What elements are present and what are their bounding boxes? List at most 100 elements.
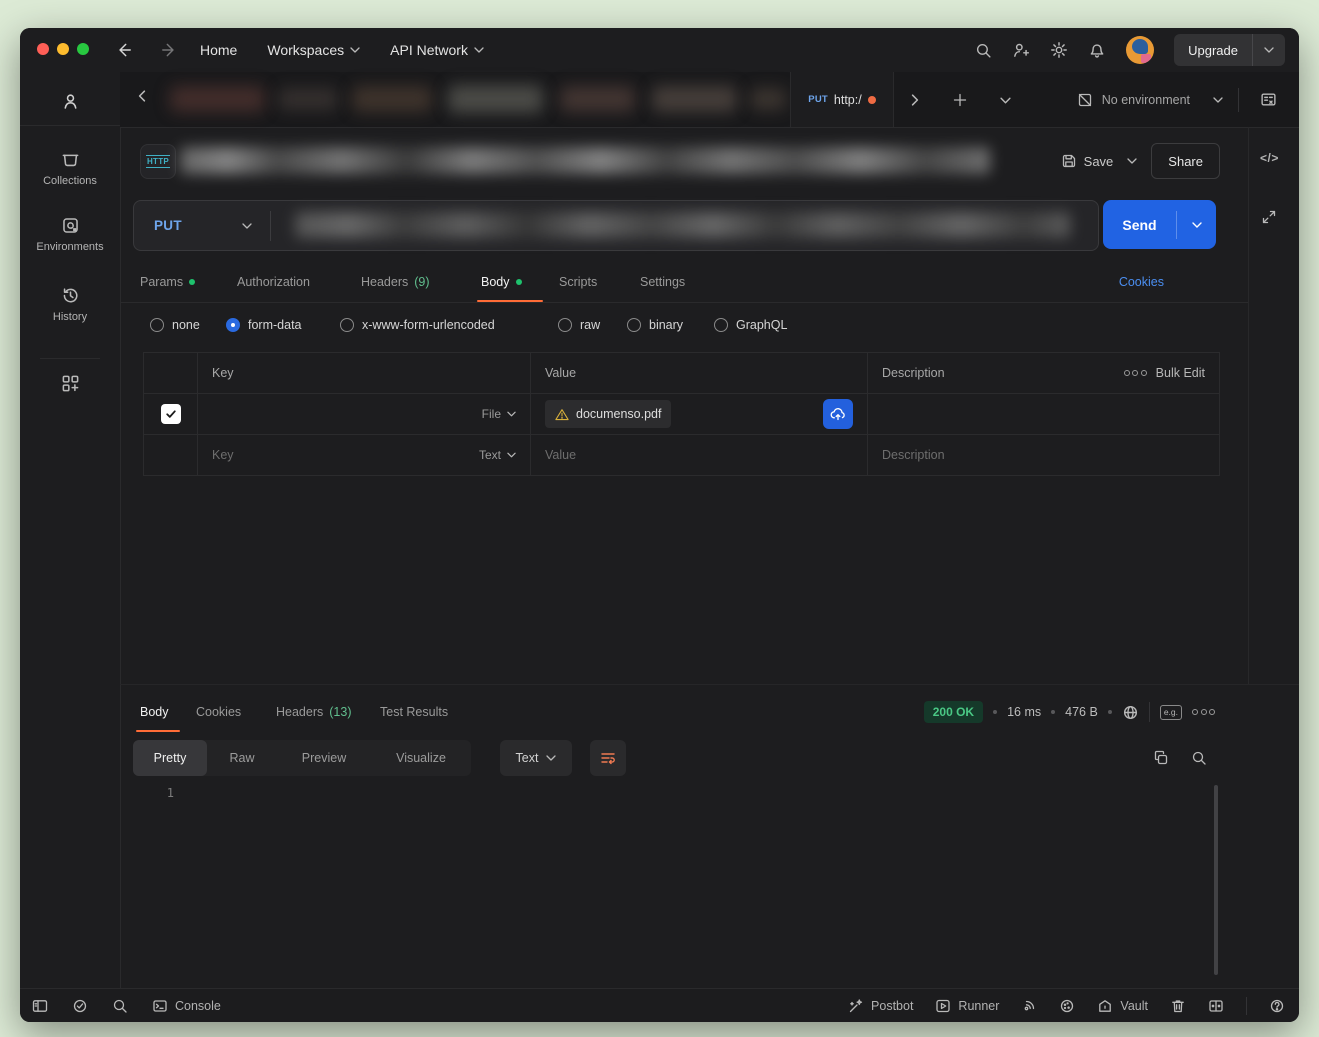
environment-label: No environment [1102, 93, 1190, 107]
save-options-button[interactable] [1123, 154, 1141, 168]
save-as-example-button[interactable]: e.g. [1160, 705, 1182, 720]
copy-response-button[interactable] [1153, 750, 1169, 766]
sidebar-item-environments[interactable]: Environments [20, 216, 120, 253]
view-raw[interactable]: Raw [207, 740, 277, 776]
tab-params[interactable]: Params [140, 262, 195, 302]
response-tab-cookies[interactable]: Cookies [196, 692, 241, 732]
avatar[interactable] [1126, 36, 1154, 64]
key-cell[interactable]: Key Text [198, 435, 531, 475]
back-button[interactable] [115, 41, 133, 59]
sidebar-item-collections[interactable]: Collections [20, 150, 120, 187]
response-format-selector[interactable]: Text [500, 740, 572, 776]
send-button[interactable]: Send [1103, 200, 1216, 249]
key-cell[interactable]: File [198, 394, 531, 434]
column-options-button[interactable] [1124, 370, 1147, 376]
description-cell[interactable]: Description [868, 435, 1093, 475]
body-mode-form-data[interactable]: form-data [226, 317, 302, 333]
tab-blurred[interactable] [448, 85, 543, 113]
cookies-manager-button[interactable] [1059, 998, 1075, 1014]
invite-button[interactable] [1012, 41, 1030, 59]
tab-active-request[interactable]: PUT http:/ [790, 72, 894, 127]
zoom-button[interactable] [77, 43, 89, 55]
upgrade-caret-button[interactable] [1253, 47, 1285, 53]
description-cell[interactable] [868, 394, 1093, 434]
cookies-link[interactable]: Cookies [1119, 262, 1164, 302]
value-cell[interactable]: documenso.pdf [531, 394, 868, 434]
search-button[interactable] [975, 42, 992, 59]
view-pretty[interactable]: Pretty [133, 740, 207, 776]
body-mode-none[interactable]: none [150, 317, 200, 333]
code-snippet-button[interactable]: </> [1260, 151, 1279, 165]
tab-settings[interactable]: Settings [640, 262, 685, 302]
response-tab-test-results[interactable]: Test Results [380, 692, 448, 732]
upgrade-button[interactable]: Upgrade [1174, 34, 1285, 66]
close-button[interactable] [37, 43, 49, 55]
view-visualize[interactable]: Visualize [371, 740, 471, 776]
find-button[interactable] [112, 998, 128, 1014]
scroll-tabs-left-button[interactable] [136, 90, 148, 102]
api-health-button[interactable] [72, 998, 88, 1014]
tab-authorization[interactable]: Authorization [237, 262, 310, 302]
search-response-button[interactable] [1191, 750, 1207, 766]
request-name-field-blurred[interactable] [180, 147, 990, 174]
capture-requests-button[interactable] [1021, 998, 1037, 1014]
tab-blurred[interactable] [560, 86, 635, 112]
two-pane-layout-button[interactable] [1208, 998, 1224, 1014]
settings-button[interactable] [1050, 41, 1068, 59]
minimize-button[interactable] [57, 43, 69, 55]
nav-workspaces[interactable]: Workspaces [267, 42, 360, 58]
tab-blurred[interactable] [352, 86, 432, 112]
share-button[interactable]: Share [1151, 143, 1220, 179]
tab-headers[interactable]: Headers(9) [361, 262, 430, 302]
network-info-button[interactable] [1122, 704, 1139, 721]
notifications-button[interactable] [1088, 41, 1106, 59]
nav-api-network[interactable]: API Network [390, 42, 484, 58]
body-mode-graphql[interactable]: GraphQL [714, 317, 787, 333]
environment-quick-look-button[interactable] [1260, 91, 1277, 108]
tab-blurred[interactable] [750, 88, 786, 110]
runner-button[interactable]: Runner [935, 998, 999, 1014]
expand-response-button[interactable] [1261, 209, 1277, 225]
upload-file-button[interactable] [823, 399, 853, 429]
key-type-selector[interactable]: Text [479, 448, 516, 462]
new-tab-button[interactable] [949, 89, 971, 111]
console-button[interactable]: Console [152, 998, 221, 1014]
view-preview[interactable]: Preview [277, 740, 371, 776]
tab-scripts[interactable]: Scripts [559, 262, 597, 302]
key-type-selector[interactable]: File [482, 407, 516, 421]
response-scrollbar[interactable] [1214, 785, 1218, 975]
tab-body[interactable]: Body [481, 262, 522, 302]
wrap-lines-button[interactable] [590, 740, 626, 776]
tab-blurred[interactable] [652, 86, 737, 112]
sidebar-add-tools-button[interactable] [61, 374, 80, 393]
attached-file-chip[interactable]: documenso.pdf [545, 400, 671, 428]
nav-home[interactable]: Home [200, 42, 237, 58]
body-mode-raw[interactable]: raw [558, 317, 600, 333]
toggle-sidebar-button[interactable] [32, 998, 48, 1014]
body-mode-binary[interactable]: binary [627, 317, 683, 333]
trash-button[interactable] [1170, 998, 1186, 1014]
body-mode-x-www-form-urlencoded[interactable]: x-www-form-urlencoded [340, 317, 495, 333]
forward-button[interactable] [160, 41, 178, 59]
vault-button[interactable]: Vault [1097, 998, 1148, 1014]
value-cell[interactable]: Value [531, 435, 868, 475]
save-button[interactable]: Save [1061, 153, 1114, 169]
pane-divider[interactable] [120, 684, 1299, 685]
scroll-tabs-right-button[interactable] [904, 89, 926, 111]
bulk-edit-button[interactable]: Bulk Edit [1156, 366, 1205, 380]
response-tab-headers[interactable]: Headers(13) [276, 692, 351, 732]
tab-blurred[interactable] [170, 86, 265, 112]
tab-blurred[interactable] [278, 88, 338, 110]
user-plus-icon [1012, 41, 1030, 59]
row-checkbox-checked[interactable] [161, 404, 181, 424]
postbot-button[interactable]: Postbot [848, 998, 913, 1014]
environment-selector[interactable]: No environment [1077, 72, 1223, 127]
method-selector[interactable]: PUT [134, 218, 252, 233]
response-options-button[interactable] [1192, 709, 1215, 715]
tab-options-button[interactable] [994, 89, 1016, 111]
sidebar-item-profile[interactable] [61, 92, 80, 111]
help-button[interactable] [1269, 998, 1285, 1014]
url-input-blurred[interactable] [295, 212, 1070, 238]
response-tab-body[interactable]: Body [140, 692, 169, 732]
send-options-button[interactable] [1177, 222, 1216, 228]
